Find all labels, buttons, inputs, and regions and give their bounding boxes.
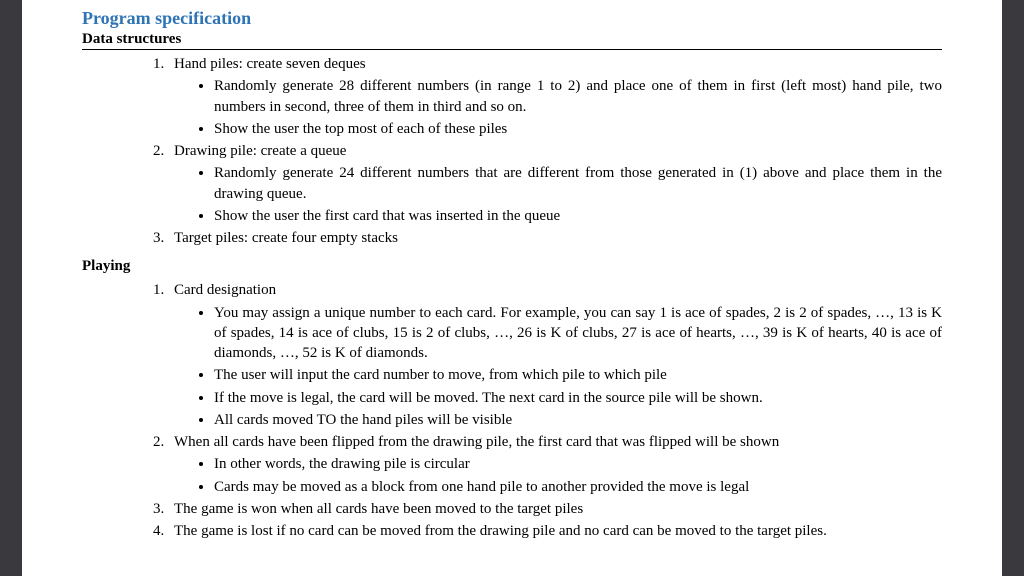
item-text: Card designation bbox=[174, 280, 942, 300]
playing-list: Card designation You may assign a unique… bbox=[168, 280, 942, 541]
bullet-item: Cards may be moved as a block from one h… bbox=[214, 477, 942, 497]
bullet-item: Randomly generate 24 different numbers t… bbox=[214, 163, 942, 204]
data-structures-list: Hand piles: create seven deques Randomly… bbox=[168, 54, 942, 248]
list-item: Hand piles: create seven deques Randomly… bbox=[168, 54, 942, 139]
item-text: Drawing pile: create a queue bbox=[174, 141, 942, 161]
list-item: The game is won when all cards have been… bbox=[168, 499, 942, 519]
list-item: Card designation You may assign a unique… bbox=[168, 280, 942, 430]
bullet-list: Randomly generate 28 different numbers (… bbox=[214, 76, 942, 139]
bullet-item: The user will input the card number to m… bbox=[214, 365, 942, 385]
bullet-item: You may assign a unique number to each c… bbox=[214, 303, 942, 364]
list-item: When all cards have been flipped from th… bbox=[168, 432, 942, 497]
section-heading-playing: Playing bbox=[82, 258, 942, 276]
list-item: The game is lost if no card can be moved… bbox=[168, 521, 942, 541]
section-heading-data-structures: Data structures bbox=[82, 31, 942, 50]
item-text: When all cards have been flipped from th… bbox=[174, 432, 942, 452]
bullet-list: In other words, the drawing pile is circ… bbox=[214, 454, 942, 497]
bullet-item: If the move is legal, the card will be m… bbox=[214, 388, 942, 408]
bullet-item: Show the user the first card that was in… bbox=[214, 206, 942, 226]
bullet-item: Randomly generate 28 different numbers (… bbox=[214, 76, 942, 117]
bullet-item: Show the user the top most of each of th… bbox=[214, 119, 942, 139]
bullet-item: In other words, the drawing pile is circ… bbox=[214, 454, 942, 474]
list-item: Target piles: create four empty stacks bbox=[168, 228, 942, 248]
list-item: Drawing pile: create a queue Randomly ge… bbox=[168, 141, 942, 226]
item-text: Hand piles: create seven deques bbox=[174, 54, 942, 74]
item-text: The game is won when all cards have been… bbox=[174, 499, 942, 519]
item-text: The game is lost if no card can be moved… bbox=[174, 521, 942, 541]
bullet-list: You may assign a unique number to each c… bbox=[214, 303, 942, 431]
page-title: Program specification bbox=[82, 8, 942, 29]
item-text: Target piles: create four empty stacks bbox=[174, 228, 942, 248]
bullet-list: Randomly generate 24 different numbers t… bbox=[214, 163, 942, 226]
document-page: Program specification Data structures Ha… bbox=[22, 0, 1002, 576]
bullet-item: All cards moved TO the hand piles will b… bbox=[214, 410, 942, 430]
